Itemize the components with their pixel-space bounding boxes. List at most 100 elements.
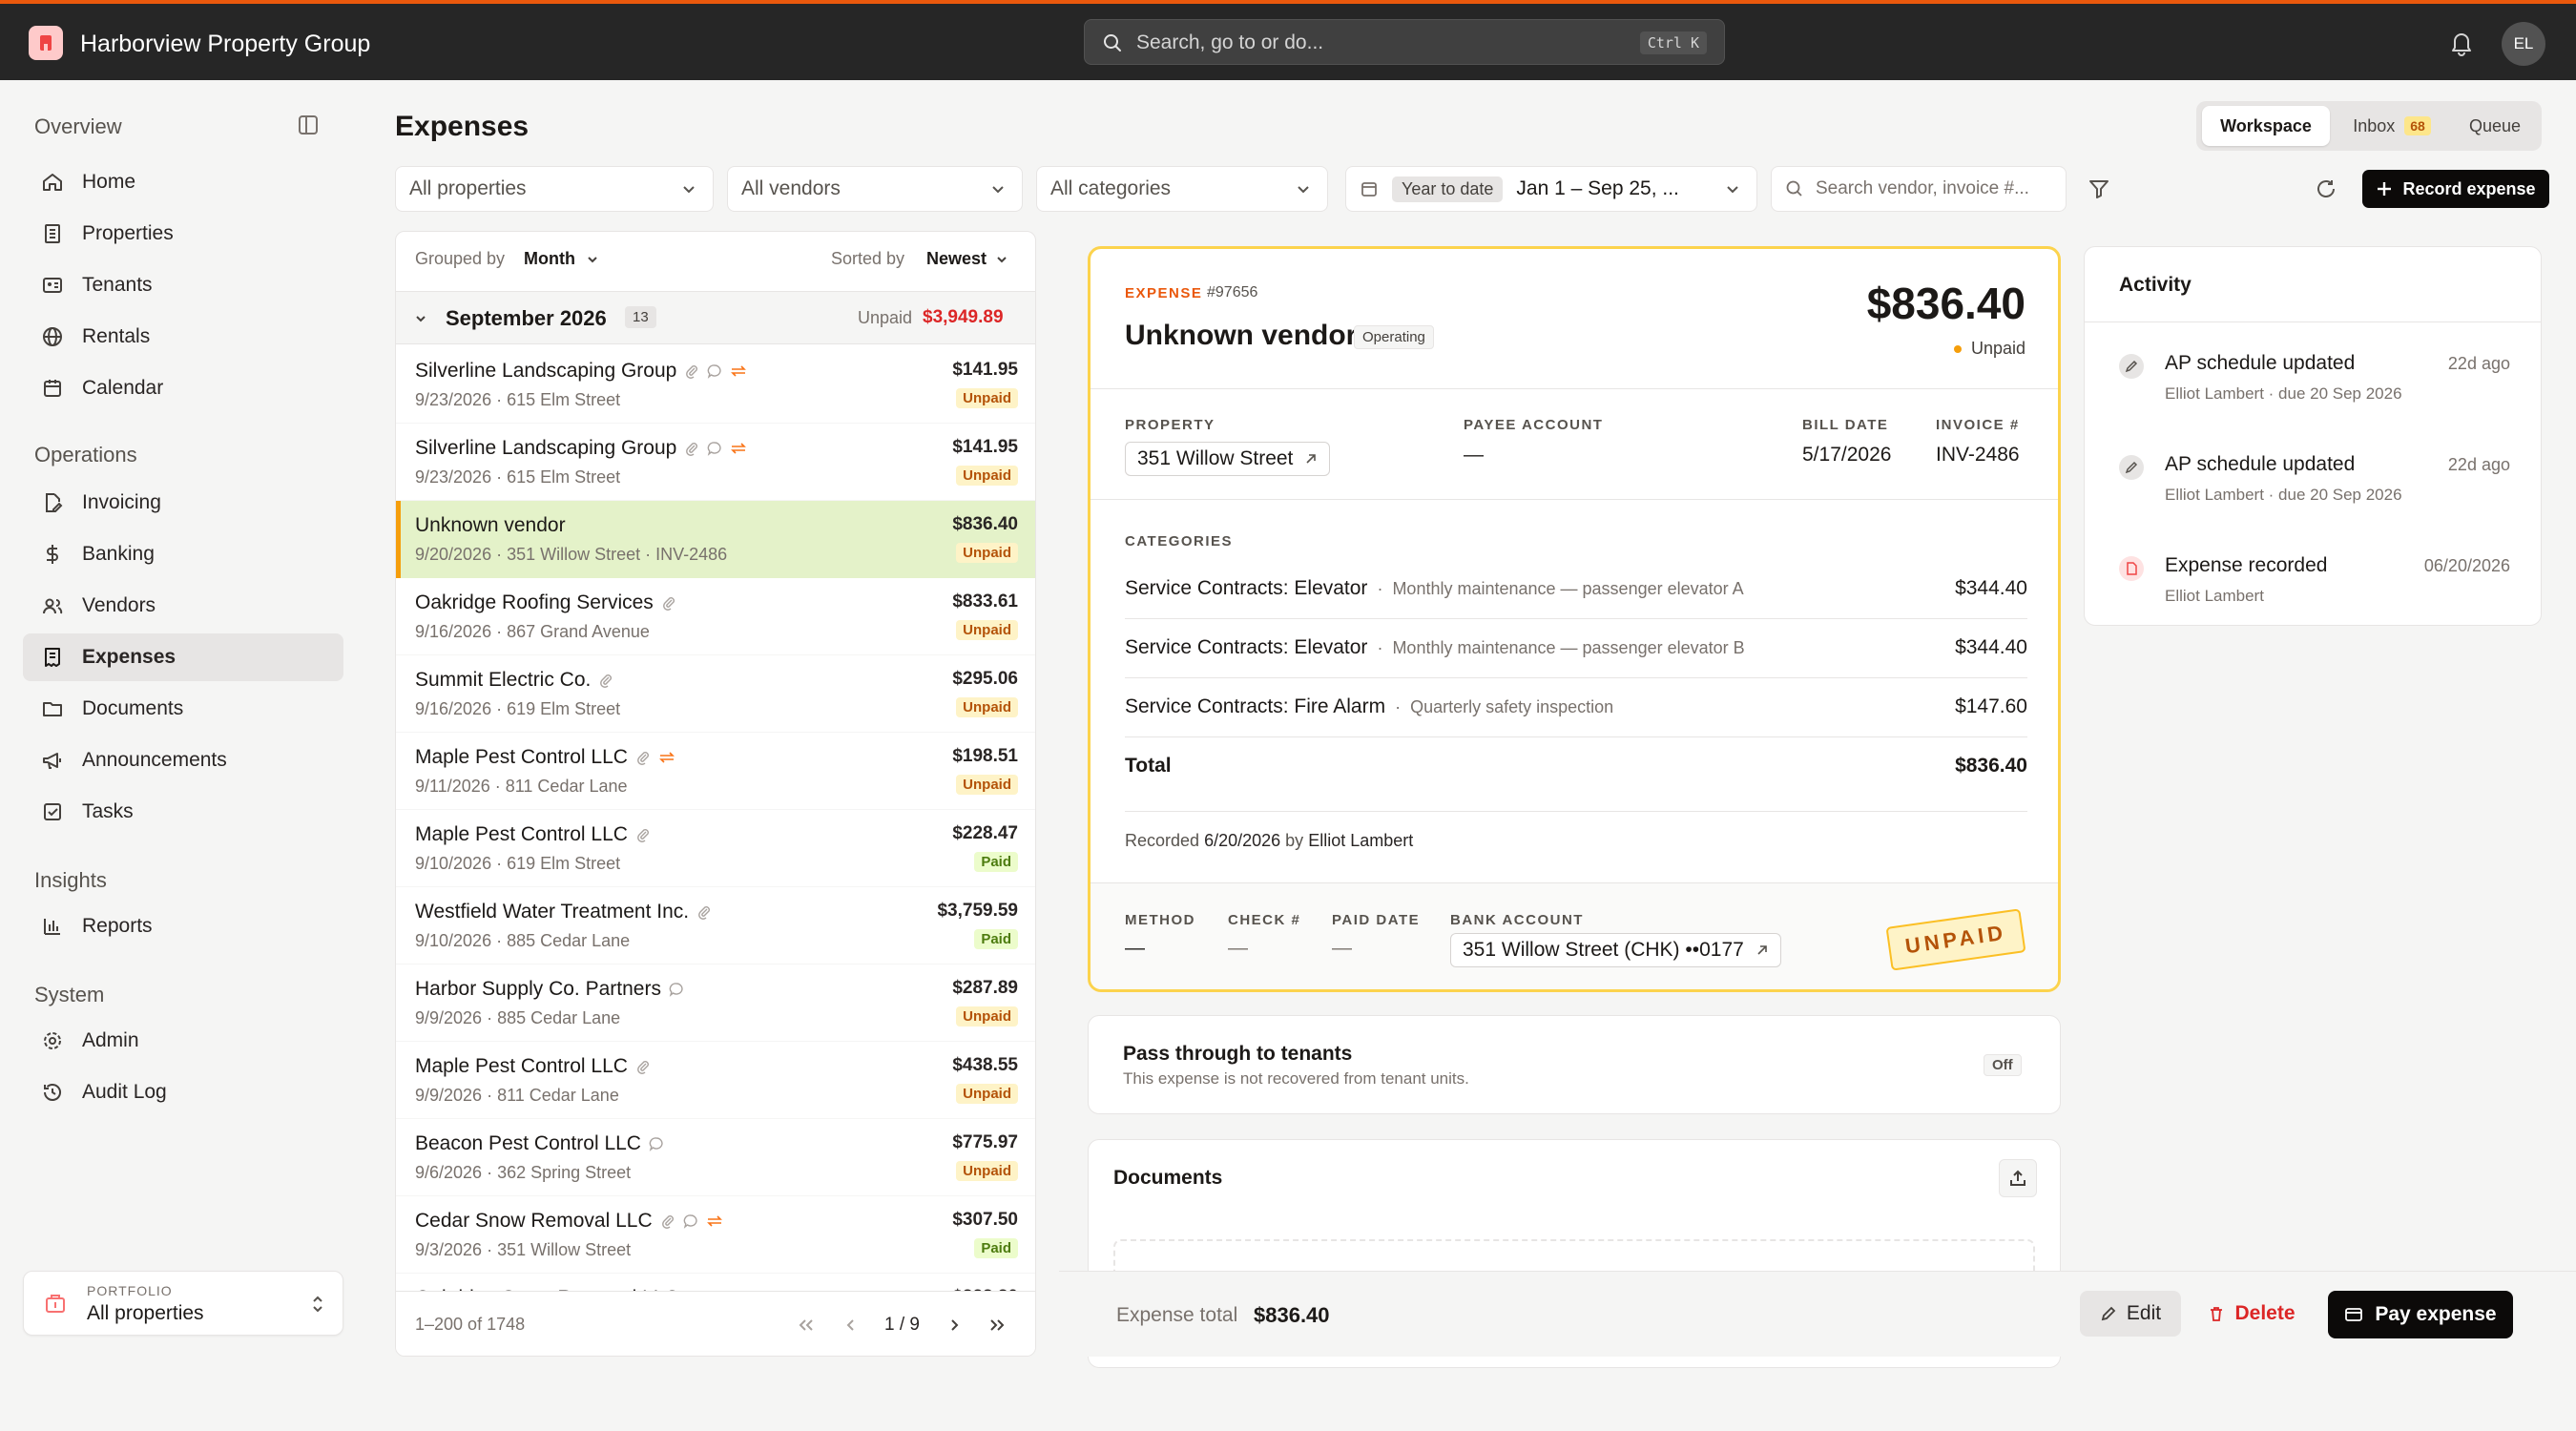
sidebar-item-vendors[interactable]: Vendors <box>23 582 343 630</box>
pay-expense-button[interactable]: Pay expense <box>2328 1291 2513 1338</box>
sidebar-item-tenants[interactable]: Tenants <box>23 261 343 309</box>
expense-row[interactable]: Oakridge Roofing Services 9/16/2026 · 867… <box>396 578 1035 655</box>
expense-row[interactable]: Maple Pest Control LLC 9/9/2026 · 811 Ced… <box>396 1042 1035 1119</box>
bell-icon[interactable] <box>2448 29 2475 57</box>
file-pen-icon <box>40 490 65 515</box>
category-line: Service Contracts: Elevator · Monthly ma… <box>1125 577 1744 599</box>
users-icon <box>40 593 65 618</box>
dollar-icon <box>40 542 65 567</box>
sort-by-select[interactable]: Newest <box>926 249 1009 269</box>
collapse-sidebar-icon[interactable] <box>298 114 319 135</box>
app-logo[interactable] <box>29 26 63 60</box>
expense-row[interactable]: Unknown vendor 9/20/2026 · 351 Willow Str… <box>396 501 1035 578</box>
date-range-pill: Year to date <box>1392 176 1504 202</box>
sidebar-item-reports[interactable]: Reports <box>23 902 343 950</box>
footer-total-value: $836.40 <box>1254 1303 1330 1327</box>
bank-account-link[interactable]: 351 Willow Street (CHK) ••0177 <box>1450 933 1781 967</box>
expense-row[interactable]: Silverline Landscaping Group 9/23/2026 · … <box>396 346 1035 424</box>
first-page-icon[interactable] <box>797 1317 816 1334</box>
sidebar-item-rentals[interactable]: Rentals <box>23 313 343 361</box>
chevron-updown-icon <box>313 1296 322 1313</box>
bank-account-label: BANK ACCOUNT <box>1450 912 1584 928</box>
sidebar-item-banking[interactable]: Banking <box>23 530 343 578</box>
expense-row[interactable]: Summit Electric Co. 9/16/2026 · 619 Elm S… <box>396 655 1035 733</box>
pencil-icon <box>2119 455 2144 480</box>
expense-row[interactable]: Silverline Landscaping Group 9/23/2026 · … <box>396 424 1035 501</box>
activity-title: Activity <box>2119 274 2192 296</box>
refresh-icon[interactable] <box>2315 177 2337 200</box>
gear-icon <box>40 1028 65 1053</box>
group-by-select[interactable]: Month <box>524 249 600 269</box>
activity-item: Expense recorded Elliot Lambert 06/20/20… <box>2119 549 2510 615</box>
upload-button[interactable] <box>1999 1159 2037 1197</box>
status-badge: Unpaid <box>956 620 1018 640</box>
sidebar-item-audit-log[interactable]: Audit Log <box>23 1068 343 1116</box>
last-page-icon[interactable] <box>987 1317 1007 1334</box>
date-range-filter[interactable]: Year to date Jan 1 – Sep 25, ... <box>1345 166 1757 212</box>
bill-date-value: 5/17/2026 <box>1802 444 1892 466</box>
expense-row-meta: 9/3/2026 · 351 Willow Street <box>415 1240 632 1259</box>
status-badge: Unpaid <box>956 1161 1018 1181</box>
expense-row-name-line: Cedar Snow Removal LLC <box>415 1210 723 1233</box>
expense-row[interactable]: Maple Pest Control LLC 9/11/2026 · 811 Ce… <box>396 733 1035 810</box>
recorded-date: 6/20/2026 <box>1204 831 1281 850</box>
category-filter[interactable]: All categories <box>1036 166 1328 212</box>
expense-search-input[interactable]: Search vendor, invoice #... <box>1771 166 2067 212</box>
sidebar: Overview Home Properties Tenants Rentals… <box>0 80 363 1431</box>
pass-through-toggle[interactable]: Off <box>1984 1054 2022 1076</box>
sidebar-item-calendar[interactable]: Calendar <box>23 364 343 412</box>
tab-workspace[interactable]: Workspace <box>2202 106 2330 146</box>
bill-date-label: BILL DATE <box>1802 417 1889 433</box>
folder-icon <box>40 696 65 721</box>
expense-amount: $836.40 <box>1866 279 2025 328</box>
expense-row-vendor: Westfield Water Treatment Inc. <box>415 901 690 923</box>
expense-row[interactable]: Westfield Water Treatment Inc. 9/10/2026 … <box>396 887 1035 964</box>
payee-label: PAYEE ACCOUNT <box>1464 417 1604 433</box>
property-link[interactable]: 351 Willow Street <box>1125 442 1331 476</box>
sidebar-item-properties[interactable]: Properties <box>23 210 343 258</box>
tab-queue[interactable]: Queue <box>2454 106 2536 146</box>
activity-item-sub: Elliot Lambert <box>2165 587 2264 605</box>
edit-button[interactable]: Edit <box>2080 1291 2181 1337</box>
sidebar-item-home[interactable]: Home <box>23 158 343 206</box>
sidebar-item-invoicing[interactable]: Invoicing <box>23 479 343 527</box>
building-icon <box>40 221 65 246</box>
global-search[interactable]: Search, go to or do... Ctrl K <box>1084 19 1725 65</box>
sidebar-item-documents[interactable]: Documents <box>23 685 343 733</box>
view-switcher: Workspace Inbox 68 Queue <box>2196 101 2542 151</box>
sidebar-item-label: Announcements <box>82 749 227 771</box>
expense-row[interactable]: Harbor Supply Co. Partners 9/9/2026 · 885… <box>396 964 1035 1042</box>
sidebar-item-expenses[interactable]: Expenses <box>23 633 343 681</box>
expense-row-name-line: Oakridge Roofing Services <box>415 591 676 614</box>
chevron-down-icon <box>588 256 597 262</box>
attachment-icon <box>635 1059 651 1074</box>
expense-row-meta: 9/23/2026 · 615 Elm Street <box>415 390 621 409</box>
property-filter[interactable]: All properties <box>395 166 714 212</box>
expense-row-name-line: Maple Pest Control LLC <box>415 746 675 769</box>
user-avatar[interactable]: EL <box>2502 22 2545 66</box>
month-group-header[interactable]: September 2026 13 Unpaid $3,949.89 <box>396 291 1035 344</box>
sidebar-item-admin[interactable]: Admin <box>23 1017 343 1065</box>
next-page-icon[interactable] <box>945 1317 963 1334</box>
sidebar-item-tasks[interactable]: Tasks <box>23 788 343 836</box>
expense-row[interactable]: Maple Pest Control LLC 9/10/2026 · 619 El… <box>396 810 1035 887</box>
tab-inbox[interactable]: Inbox 68 <box>2336 106 2448 146</box>
portfolio-switcher[interactable]: PORTFOLIO All properties <box>23 1271 343 1336</box>
check-label: CHECK # <box>1228 912 1301 928</box>
invoice-value: INV-2486 <box>1936 444 2020 466</box>
prev-page-icon[interactable] <box>842 1317 860 1334</box>
chevron-down-icon <box>1298 186 1309 194</box>
expense-row[interactable]: Beacon Pest Control LLC 9/6/2026 · 362 Sp… <box>396 1119 1035 1196</box>
payment-status: Unpaid <box>1953 339 2025 359</box>
sidebar-item-announcements[interactable]: Announcements <box>23 736 343 784</box>
recorded-line: Recorded 6/20/2026 by Elliot Lambert <box>1125 831 1414 850</box>
delete-button[interactable]: Delete <box>2198 1291 2305 1337</box>
calendar-icon <box>1361 182 1377 197</box>
filter-icon[interactable] <box>2088 177 2110 200</box>
expense-row-name-line: Westfield Water Treatment Inc. <box>415 901 712 923</box>
expense-row[interactable]: Cedar Snow Removal LLC 9/3/2026 · 351 Wil… <box>396 1196 1035 1274</box>
record-expense-button[interactable]: Record expense <box>2362 170 2549 208</box>
group-count-badge: 13 <box>625 306 656 328</box>
vendor-filter[interactable]: All vendors <box>727 166 1023 212</box>
expense-row-name-line: Summit Electric Co. <box>415 669 613 692</box>
